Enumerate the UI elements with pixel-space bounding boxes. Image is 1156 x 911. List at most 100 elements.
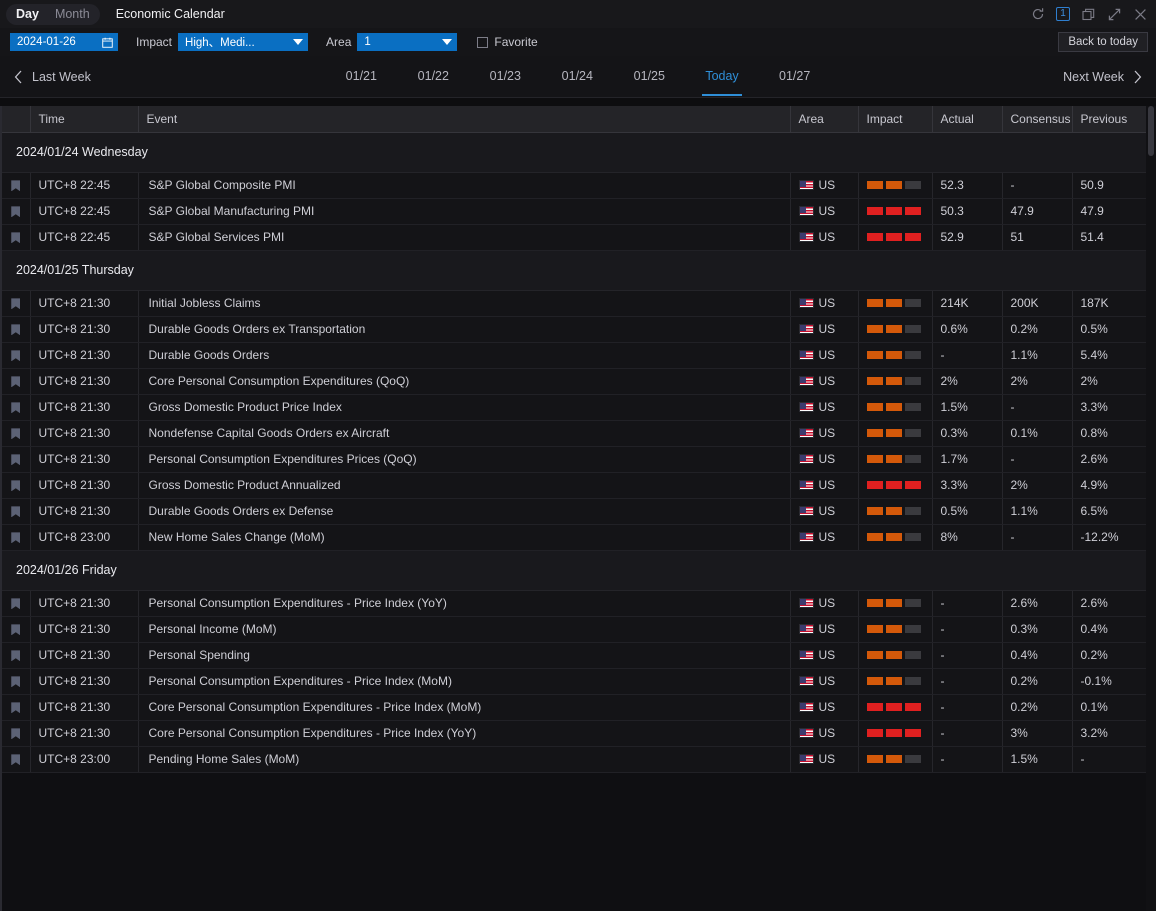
scrollbar-thumb[interactable]: [1148, 106, 1154, 156]
row-favorite-cell[interactable]: [2, 172, 30, 198]
table-row[interactable]: UTC+8 23:00Pending Home Sales (MoM)US-1.…: [2, 746, 1148, 772]
vertical-scrollbar[interactable]: [1146, 106, 1156, 911]
column-header-area[interactable]: Area: [790, 106, 858, 132]
bookmark-icon[interactable]: [11, 402, 20, 413]
date-picker[interactable]: 2024-01-26: [10, 33, 118, 51]
row-event-name[interactable]: Core Personal Consumption Expenditures -…: [138, 720, 790, 746]
bookmark-icon[interactable]: [11, 754, 20, 765]
back-to-today-button[interactable]: Back to today: [1058, 32, 1148, 52]
row-event-name[interactable]: S&P Global Composite PMI: [138, 172, 790, 198]
row-favorite-cell[interactable]: [2, 668, 30, 694]
table-row[interactable]: UTC+8 21:30Personal Consumption Expendit…: [2, 668, 1148, 694]
table-row[interactable]: UTC+8 21:30Personal Consumption Expendit…: [2, 446, 1148, 472]
row-favorite-cell[interactable]: [2, 368, 30, 394]
row-event-name[interactable]: New Home Sales Change (MoM): [138, 524, 790, 550]
row-favorite-cell[interactable]: [2, 316, 30, 342]
area-filter-select[interactable]: 1: [357, 33, 457, 51]
view-mode-day-tab[interactable]: Day: [8, 4, 47, 25]
row-favorite-cell[interactable]: [2, 524, 30, 550]
table-row[interactable]: UTC+8 21:30Core Personal Consumption Exp…: [2, 368, 1148, 394]
table-row[interactable]: UTC+8 21:30Initial Jobless ClaimsUS214K2…: [2, 290, 1148, 316]
row-favorite-cell[interactable]: [2, 694, 30, 720]
row-event-name[interactable]: Durable Goods Orders: [138, 342, 790, 368]
bookmark-icon[interactable]: [11, 650, 20, 661]
row-favorite-cell[interactable]: [2, 224, 30, 250]
row-event-name[interactable]: Durable Goods Orders ex Defense: [138, 498, 790, 524]
column-header-event[interactable]: Event: [138, 106, 790, 132]
bookmark-icon[interactable]: [11, 728, 20, 739]
table-row[interactable]: UTC+8 21:30Durable Goods Orders ex Trans…: [2, 316, 1148, 342]
column-header-favorite[interactable]: [2, 106, 30, 132]
week-day-tab-0127[interactable]: 01/27: [776, 58, 814, 95]
table-row[interactable]: UTC+8 21:30Durable Goods OrdersUS-1.1%5.…: [2, 342, 1148, 368]
bookmark-icon[interactable]: [11, 702, 20, 713]
row-favorite-cell[interactable]: [2, 290, 30, 316]
row-event-name[interactable]: S&P Global Services PMI: [138, 224, 790, 250]
last-week-button[interactable]: Last Week: [14, 70, 91, 84]
table-row[interactable]: UTC+8 22:45S&P Global Services PMIUS52.9…: [2, 224, 1148, 250]
next-week-button[interactable]: Next Week: [1063, 70, 1142, 84]
table-row[interactable]: UTC+8 21:30Core Personal Consumption Exp…: [2, 720, 1148, 746]
view-mode-segmented-control[interactable]: Day Month: [6, 4, 100, 25]
row-event-name[interactable]: Personal Spending: [138, 642, 790, 668]
row-favorite-cell[interactable]: [2, 472, 30, 498]
table-row[interactable]: UTC+8 22:45S&P Global Manufacturing PMIU…: [2, 198, 1148, 224]
column-header-impact[interactable]: Impact: [858, 106, 932, 132]
table-row[interactable]: UTC+8 21:30Core Personal Consumption Exp…: [2, 694, 1148, 720]
bookmark-icon[interactable]: [11, 676, 20, 687]
window-count-badge[interactable]: 1: [1056, 7, 1070, 21]
bookmark-icon[interactable]: [11, 232, 20, 243]
bookmark-icon[interactable]: [11, 624, 20, 635]
table-row[interactable]: UTC+8 21:30Personal SpendingUS-0.4%0.2%: [2, 642, 1148, 668]
row-favorite-cell[interactable]: [2, 446, 30, 472]
close-icon[interactable]: [1133, 7, 1148, 22]
refresh-icon[interactable]: [1030, 7, 1045, 22]
bookmark-icon[interactable]: [11, 480, 20, 491]
week-day-tab-today[interactable]: Today: [702, 58, 741, 95]
bookmark-icon[interactable]: [11, 298, 20, 309]
row-event-name[interactable]: Initial Jobless Claims: [138, 290, 790, 316]
bookmark-icon[interactable]: [11, 506, 20, 517]
table-row[interactable]: UTC+8 21:30Gross Domestic Product Annual…: [2, 472, 1148, 498]
row-event-name[interactable]: Nondefense Capital Goods Orders ex Aircr…: [138, 420, 790, 446]
bookmark-icon[interactable]: [11, 350, 20, 361]
week-day-tab-0122[interactable]: 01/22: [414, 58, 452, 95]
row-event-name[interactable]: Personal Consumption Expenditures - Pric…: [138, 590, 790, 616]
table-row[interactable]: UTC+8 21:30Personal Consumption Expendit…: [2, 590, 1148, 616]
bookmark-icon[interactable]: [11, 428, 20, 439]
bookmark-icon[interactable]: [11, 206, 20, 217]
week-day-tab-0125[interactable]: 01/25: [630, 58, 668, 95]
impact-filter-select[interactable]: High、Medi...: [178, 33, 308, 51]
table-row[interactable]: UTC+8 22:45S&P Global Composite PMIUS52.…: [2, 172, 1148, 198]
column-header-actual[interactable]: Actual: [932, 106, 1002, 132]
week-day-tab-0121[interactable]: 01/21: [342, 58, 380, 95]
bookmark-icon[interactable]: [11, 180, 20, 191]
row-event-name[interactable]: Durable Goods Orders ex Transportation: [138, 316, 790, 342]
favorite-checkbox[interactable]: [477, 37, 488, 48]
week-day-tab-0124[interactable]: 01/24: [558, 58, 596, 95]
row-favorite-cell[interactable]: [2, 720, 30, 746]
row-event-name[interactable]: Pending Home Sales (MoM): [138, 746, 790, 772]
table-row[interactable]: UTC+8 21:30Personal Income (MoM)US-0.3%0…: [2, 616, 1148, 642]
column-header-previous[interactable]: Previous: [1072, 106, 1148, 132]
column-header-consensus[interactable]: Consensus: [1002, 106, 1072, 132]
bookmark-icon[interactable]: [11, 376, 20, 387]
table-row[interactable]: UTC+8 23:00New Home Sales Change (MoM)US…: [2, 524, 1148, 550]
view-mode-month-tab[interactable]: Month: [47, 4, 98, 25]
row-event-name[interactable]: Personal Consumption Expenditures - Pric…: [138, 668, 790, 694]
bookmark-icon[interactable]: [11, 532, 20, 543]
row-favorite-cell[interactable]: [2, 642, 30, 668]
bookmark-icon[interactable]: [11, 324, 20, 335]
favorite-filter[interactable]: Favorite: [477, 35, 537, 49]
row-favorite-cell[interactable]: [2, 394, 30, 420]
table-row[interactable]: UTC+8 21:30Durable Goods Orders ex Defen…: [2, 498, 1148, 524]
week-day-tab-0123[interactable]: 01/23: [486, 58, 524, 95]
bookmark-icon[interactable]: [11, 598, 20, 609]
expand-icon[interactable]: [1107, 7, 1122, 22]
row-favorite-cell[interactable]: [2, 198, 30, 224]
row-favorite-cell[interactable]: [2, 420, 30, 446]
row-event-name[interactable]: Gross Domestic Product Price Index: [138, 394, 790, 420]
row-favorite-cell[interactable]: [2, 498, 30, 524]
row-favorite-cell[interactable]: [2, 746, 30, 772]
row-event-name[interactable]: Core Personal Consumption Expenditures -…: [138, 694, 790, 720]
